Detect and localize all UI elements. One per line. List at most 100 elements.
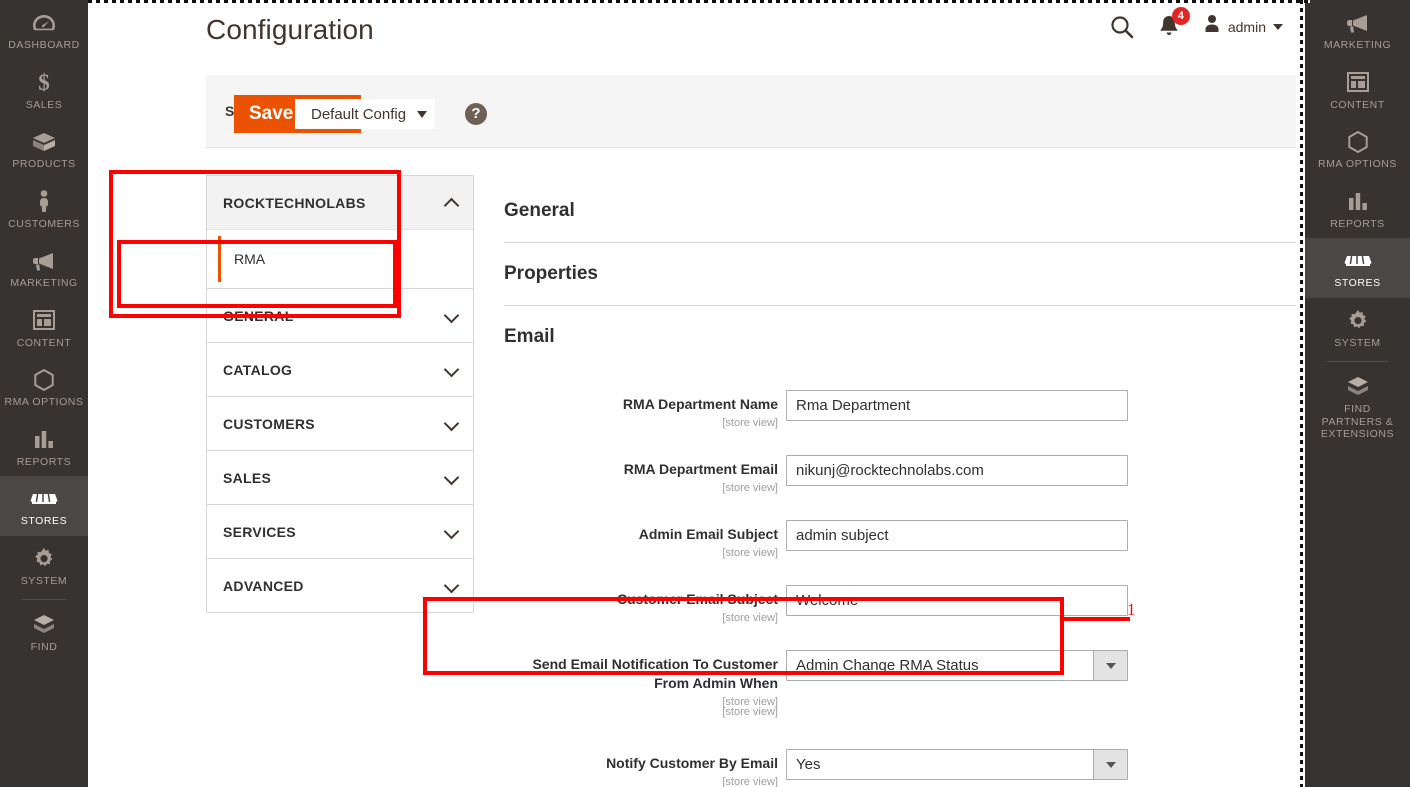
section-header-properties[interactable]: Properties [504,243,1372,305]
dollar-icon: $ [2,70,86,96]
capture-border-right [1300,0,1303,787]
chevron-down-icon [1273,23,1283,30]
nav-item-stores-right[interactable]: STORES [1305,238,1410,298]
notifications-bell-icon[interactable]: 4 [1158,7,1190,39]
page-content: Configuration 4 admin Store View: Save C… [88,0,1372,787]
field-send-email-notification-when: Send Email Notification To Customer From… [504,650,1372,719]
field-label-group: Notify Customer By Email [store view] [504,749,786,787]
nav-item-marketing[interactable]: MARKETING [0,238,88,298]
field-label-group: RMA Department Name [store view] [504,390,786,430]
extension-icon [1307,374,1408,400]
dashboard-icon [2,10,86,36]
help-icon[interactable]: ? [465,103,487,125]
config-group-general: GENERAL [206,289,474,343]
chevron-down-icon [417,110,428,118]
search-icon[interactable] [1109,14,1135,40]
section-body-email: RMA Department Name [store view] RMA Dep… [504,368,1372,787]
annotation-callout-number: 1 [1127,600,1136,619]
rma-department-email-input[interactable] [786,455,1128,486]
nav-label: CONTENT [16,336,72,349]
nav-item-system[interactable]: SYSTEM [0,536,88,596]
user-menu[interactable]: admin [1203,13,1283,40]
rma-department-name-input[interactable] [786,390,1128,421]
person-icon [2,189,86,215]
nav-item-reports[interactable]: REPORTS [0,417,88,477]
field-notify-customer-by-email: Notify Customer By Email [store view] Ye… [504,749,1372,787]
config-subitems: RMA [207,229,473,288]
user-icon [1203,13,1221,40]
send-email-notification-select[interactable]: Admin Change RMA Status [786,650,1128,681]
nav-item-reports-right[interactable]: REPORTS [1305,179,1410,239]
nav-item-rma-options-right[interactable]: RMA OPTIONS [1305,119,1410,179]
nav-item-marketing-right[interactable]: MARKETING [1305,0,1410,60]
nav-item-stores[interactable]: STORES [0,476,88,536]
gear-icon [1307,308,1408,334]
nav-item-find-partners-right[interactable]: FIND PARTNERS & EXTENSIONS [1305,364,1410,449]
megaphone-icon [2,248,86,274]
field-control [786,390,1128,421]
chevron-down-icon [443,523,460,539]
hexagon-icon [2,367,86,393]
config-group-label: CUSTOMERS [223,415,315,432]
megaphone-icon [1307,10,1408,36]
nav-label: DASHBOARD [8,39,80,51]
select-dropdown-arrow-icon[interactable] [1093,750,1127,779]
config-group-header-catalog[interactable]: CATALOG [207,343,473,396]
capture-border-top [88,0,1310,3]
field-scope: [store view] [722,482,778,494]
field-control [786,455,1128,486]
config-group-header-rocktechnolabs[interactable]: ROCKTECHNOLABS [207,176,473,229]
section-header-email[interactable]: Email [504,306,1372,368]
nav-item-rma-options[interactable]: RMA OPTIONS [0,357,88,417]
field-scope: [store view] [722,612,778,624]
nav-divider [22,599,66,600]
select-dropdown-arrow-icon[interactable] [1093,651,1127,680]
config-group-header-services[interactable]: SERVICES [207,505,473,558]
config-group-advanced: ADVANCED [206,559,474,613]
extension-icon [2,612,86,638]
config-main-panel: General Properties Email RMA Department … [504,180,1372,787]
config-group-label: SERVICES [223,523,296,540]
nav-label: REPORTS [1330,217,1385,230]
customer-email-subject-input[interactable] [786,585,1128,616]
admin-email-subject-input[interactable] [786,520,1128,551]
chevron-down-icon [443,469,460,485]
config-group-customers: CUSTOMERS [206,397,474,451]
nav-item-system-right[interactable]: SYSTEM [1305,298,1410,358]
box-icon [2,129,86,155]
section-header-general[interactable]: General [504,180,1372,242]
field-scope: [store view] [722,547,778,559]
nav-item-customers[interactable]: CUSTOMERS [0,179,88,239]
config-group-services: SERVICES [206,505,474,559]
nav-label: RMA OPTIONS [1318,158,1397,170]
config-group-catalog: CATALOG [206,343,474,397]
config-group-header-sales[interactable]: SALES [207,451,473,504]
config-group-rocktechnolabs: ROCKTECHNOLABS RMA [206,175,474,289]
nav-item-find-partners[interactable]: FIND [0,602,88,662]
field-label-group: Admin Email Subject [store view] [504,520,786,560]
config-group-header-customers[interactable]: CUSTOMERS [207,397,473,450]
nav-item-dashboard[interactable]: DASHBOARD [0,0,88,60]
field-rma-department-email: RMA Department Email [store view] [504,455,1372,495]
nav-label: REPORTS [16,455,72,468]
nav-item-content[interactable]: CONTENT [0,298,88,358]
store-scope-value: Default Config [311,105,407,123]
nav-label: SYSTEM [20,574,68,587]
field-label: Customer Email Subject [616,591,778,607]
notification-badge: 4 [1171,7,1190,25]
config-group-header-advanced[interactable]: ADVANCED [207,559,473,612]
nav-label: MARKETING [10,277,78,289]
config-group-header-general[interactable]: GENERAL [207,289,473,342]
nav-item-sales[interactable]: $ SALES [0,60,88,120]
nav-label: STORES [20,515,68,527]
nav-item-products[interactable]: PRODUCTS [0,119,88,179]
field-customer-email-subject: Customer Email Subject [store view] [504,585,1372,625]
field-control [786,520,1128,551]
config-subitem-rma[interactable]: RMA [207,230,473,288]
select-value: Admin Change RMA Status [796,657,979,674]
nav-label: SYSTEM [1334,336,1381,349]
notify-customer-by-email-select[interactable]: Yes [786,749,1128,780]
nav-item-content-right[interactable]: CONTENT [1305,60,1410,120]
store-scope-select[interactable]: Default Config [295,99,436,129]
config-group-label: GENERAL [223,307,294,324]
